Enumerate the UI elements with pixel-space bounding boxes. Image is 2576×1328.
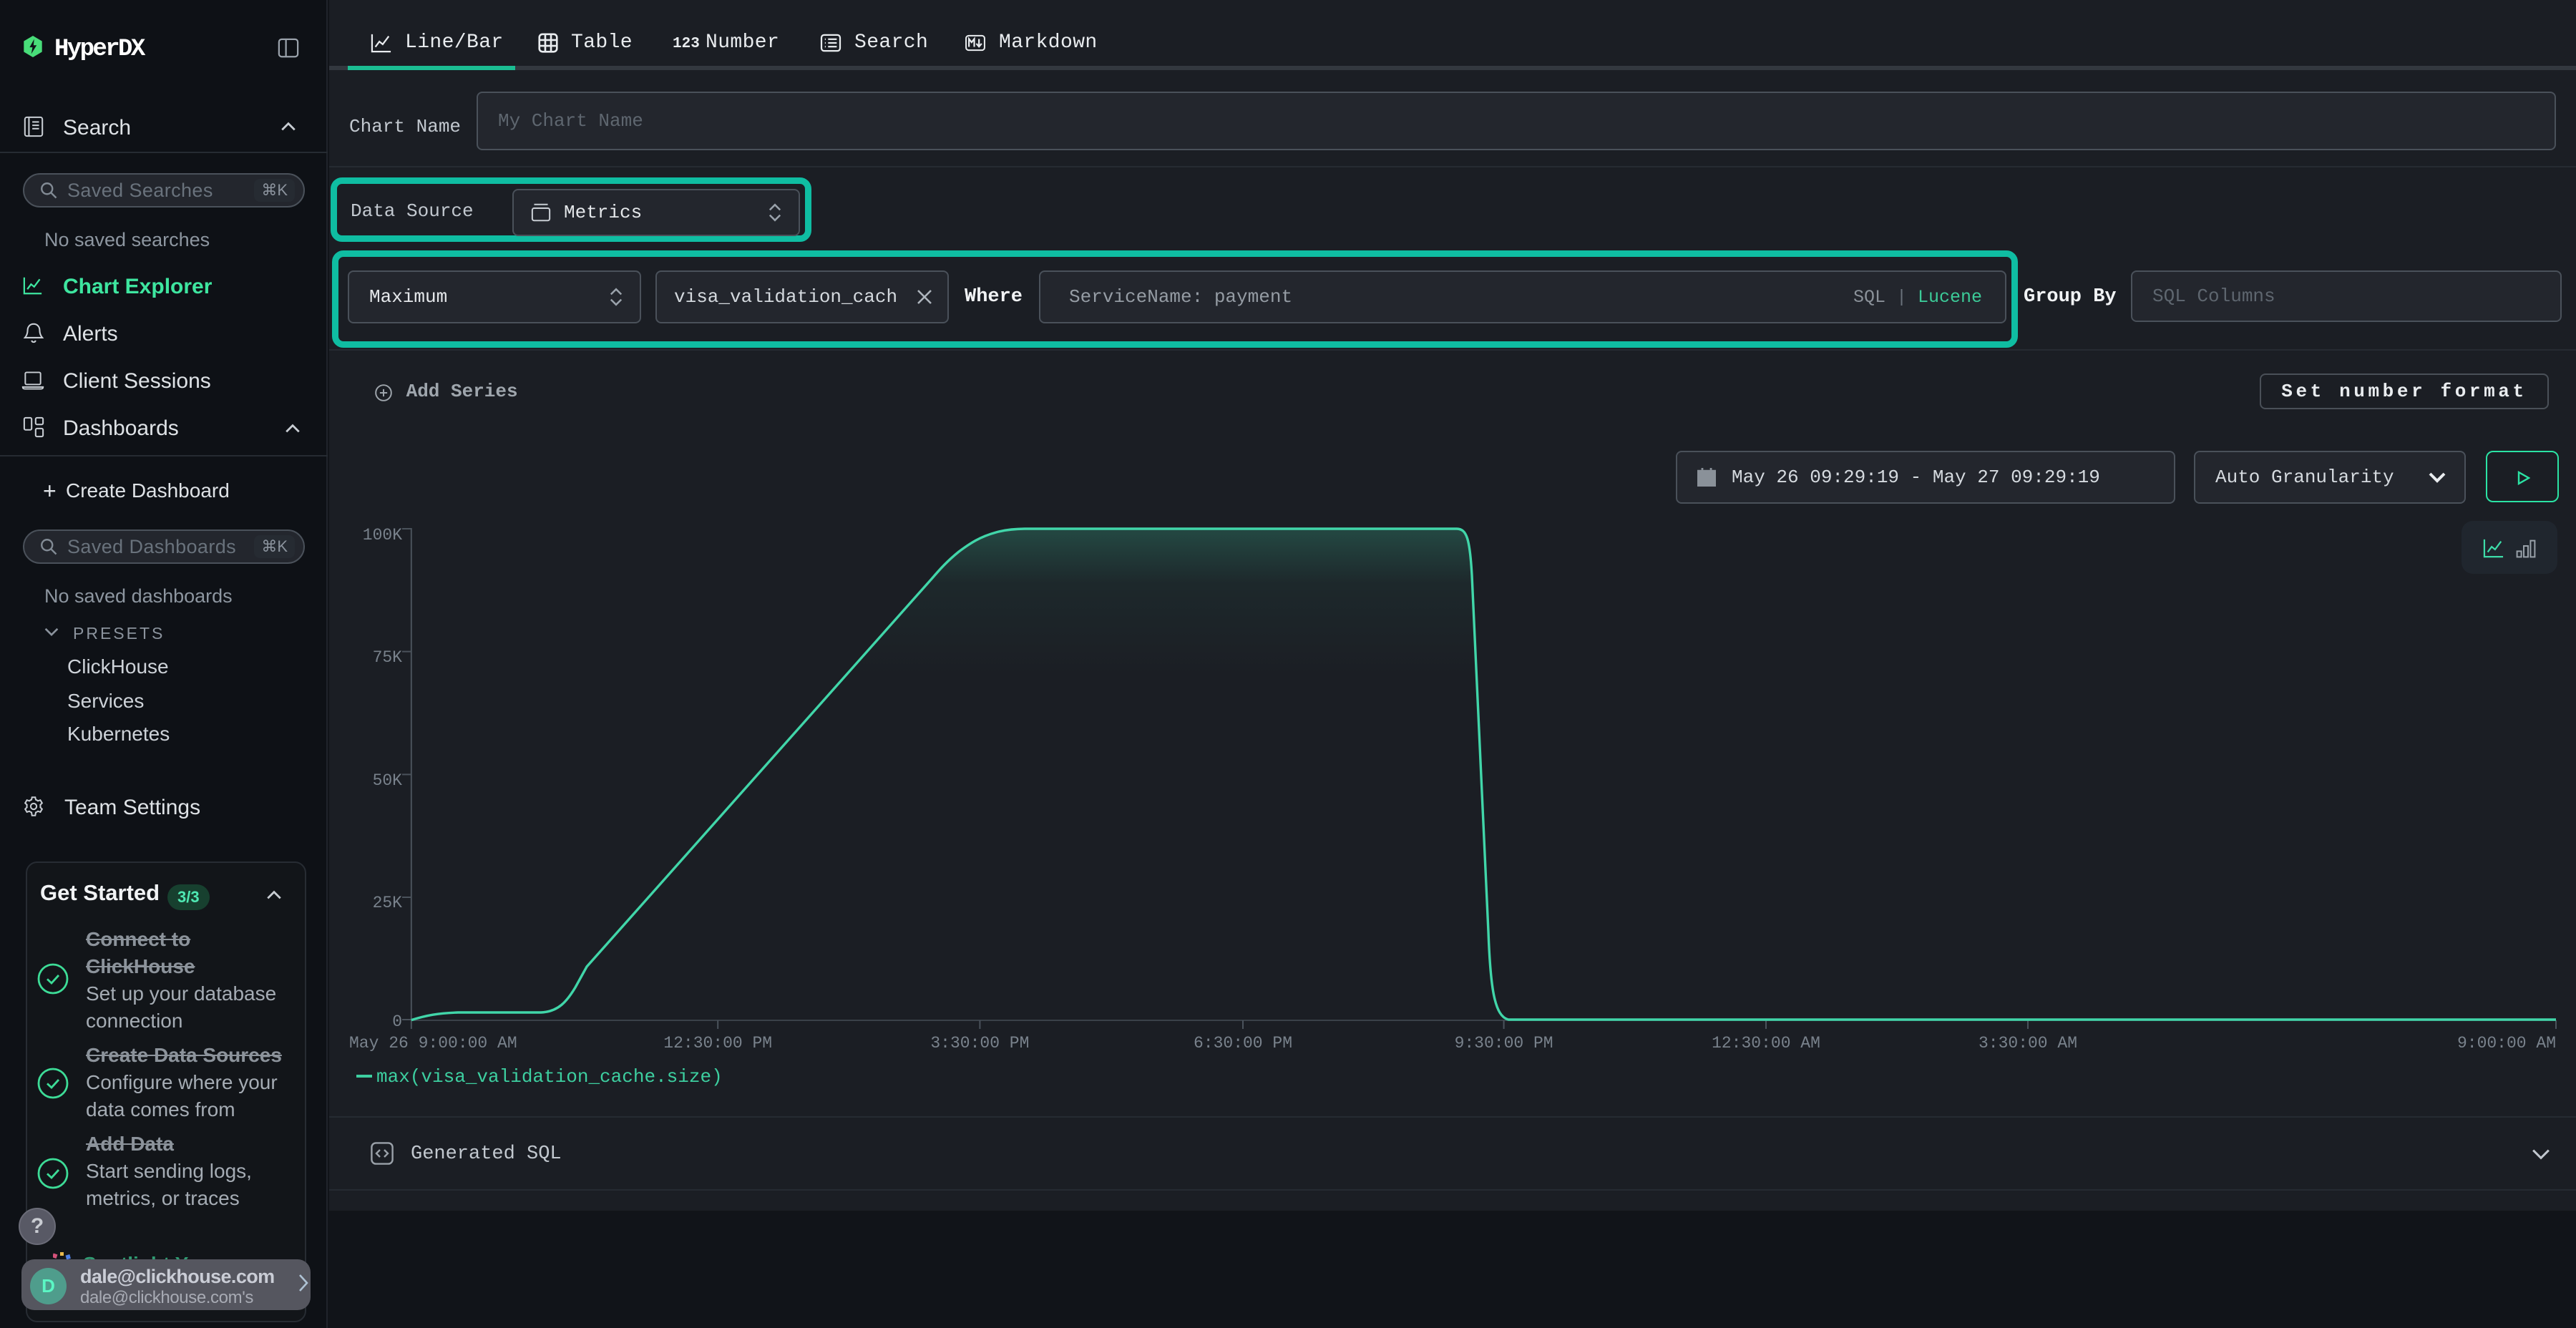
- svg-text:12:30:00 PM: 12:30:00 PM: [663, 1034, 772, 1053]
- svg-text:6:30:00 PM: 6:30:00 PM: [1194, 1034, 1292, 1053]
- svg-text:9:00:00 AM: 9:00:00 AM: [2457, 1034, 2556, 1053]
- svg-text:12:30:00 AM: 12:30:00 AM: [1712, 1034, 1820, 1053]
- svg-text:50K: 50K: [373, 771, 403, 790]
- svg-text:75K: 75K: [373, 648, 403, 667]
- svg-text:3:30:00 AM: 3:30:00 AM: [1979, 1034, 2077, 1053]
- svg-text:100K: 100K: [363, 526, 402, 545]
- svg-text:3:30:00 PM: 3:30:00 PM: [930, 1034, 1029, 1053]
- svg-text:0: 0: [392, 1012, 402, 1031]
- svg-text:9:30:00 PM: 9:30:00 PM: [1455, 1034, 1553, 1053]
- svg-text:25K: 25K: [373, 894, 403, 912]
- svg-text:May 26 9:00:00 AM: May 26 9:00:00 AM: [349, 1034, 517, 1053]
